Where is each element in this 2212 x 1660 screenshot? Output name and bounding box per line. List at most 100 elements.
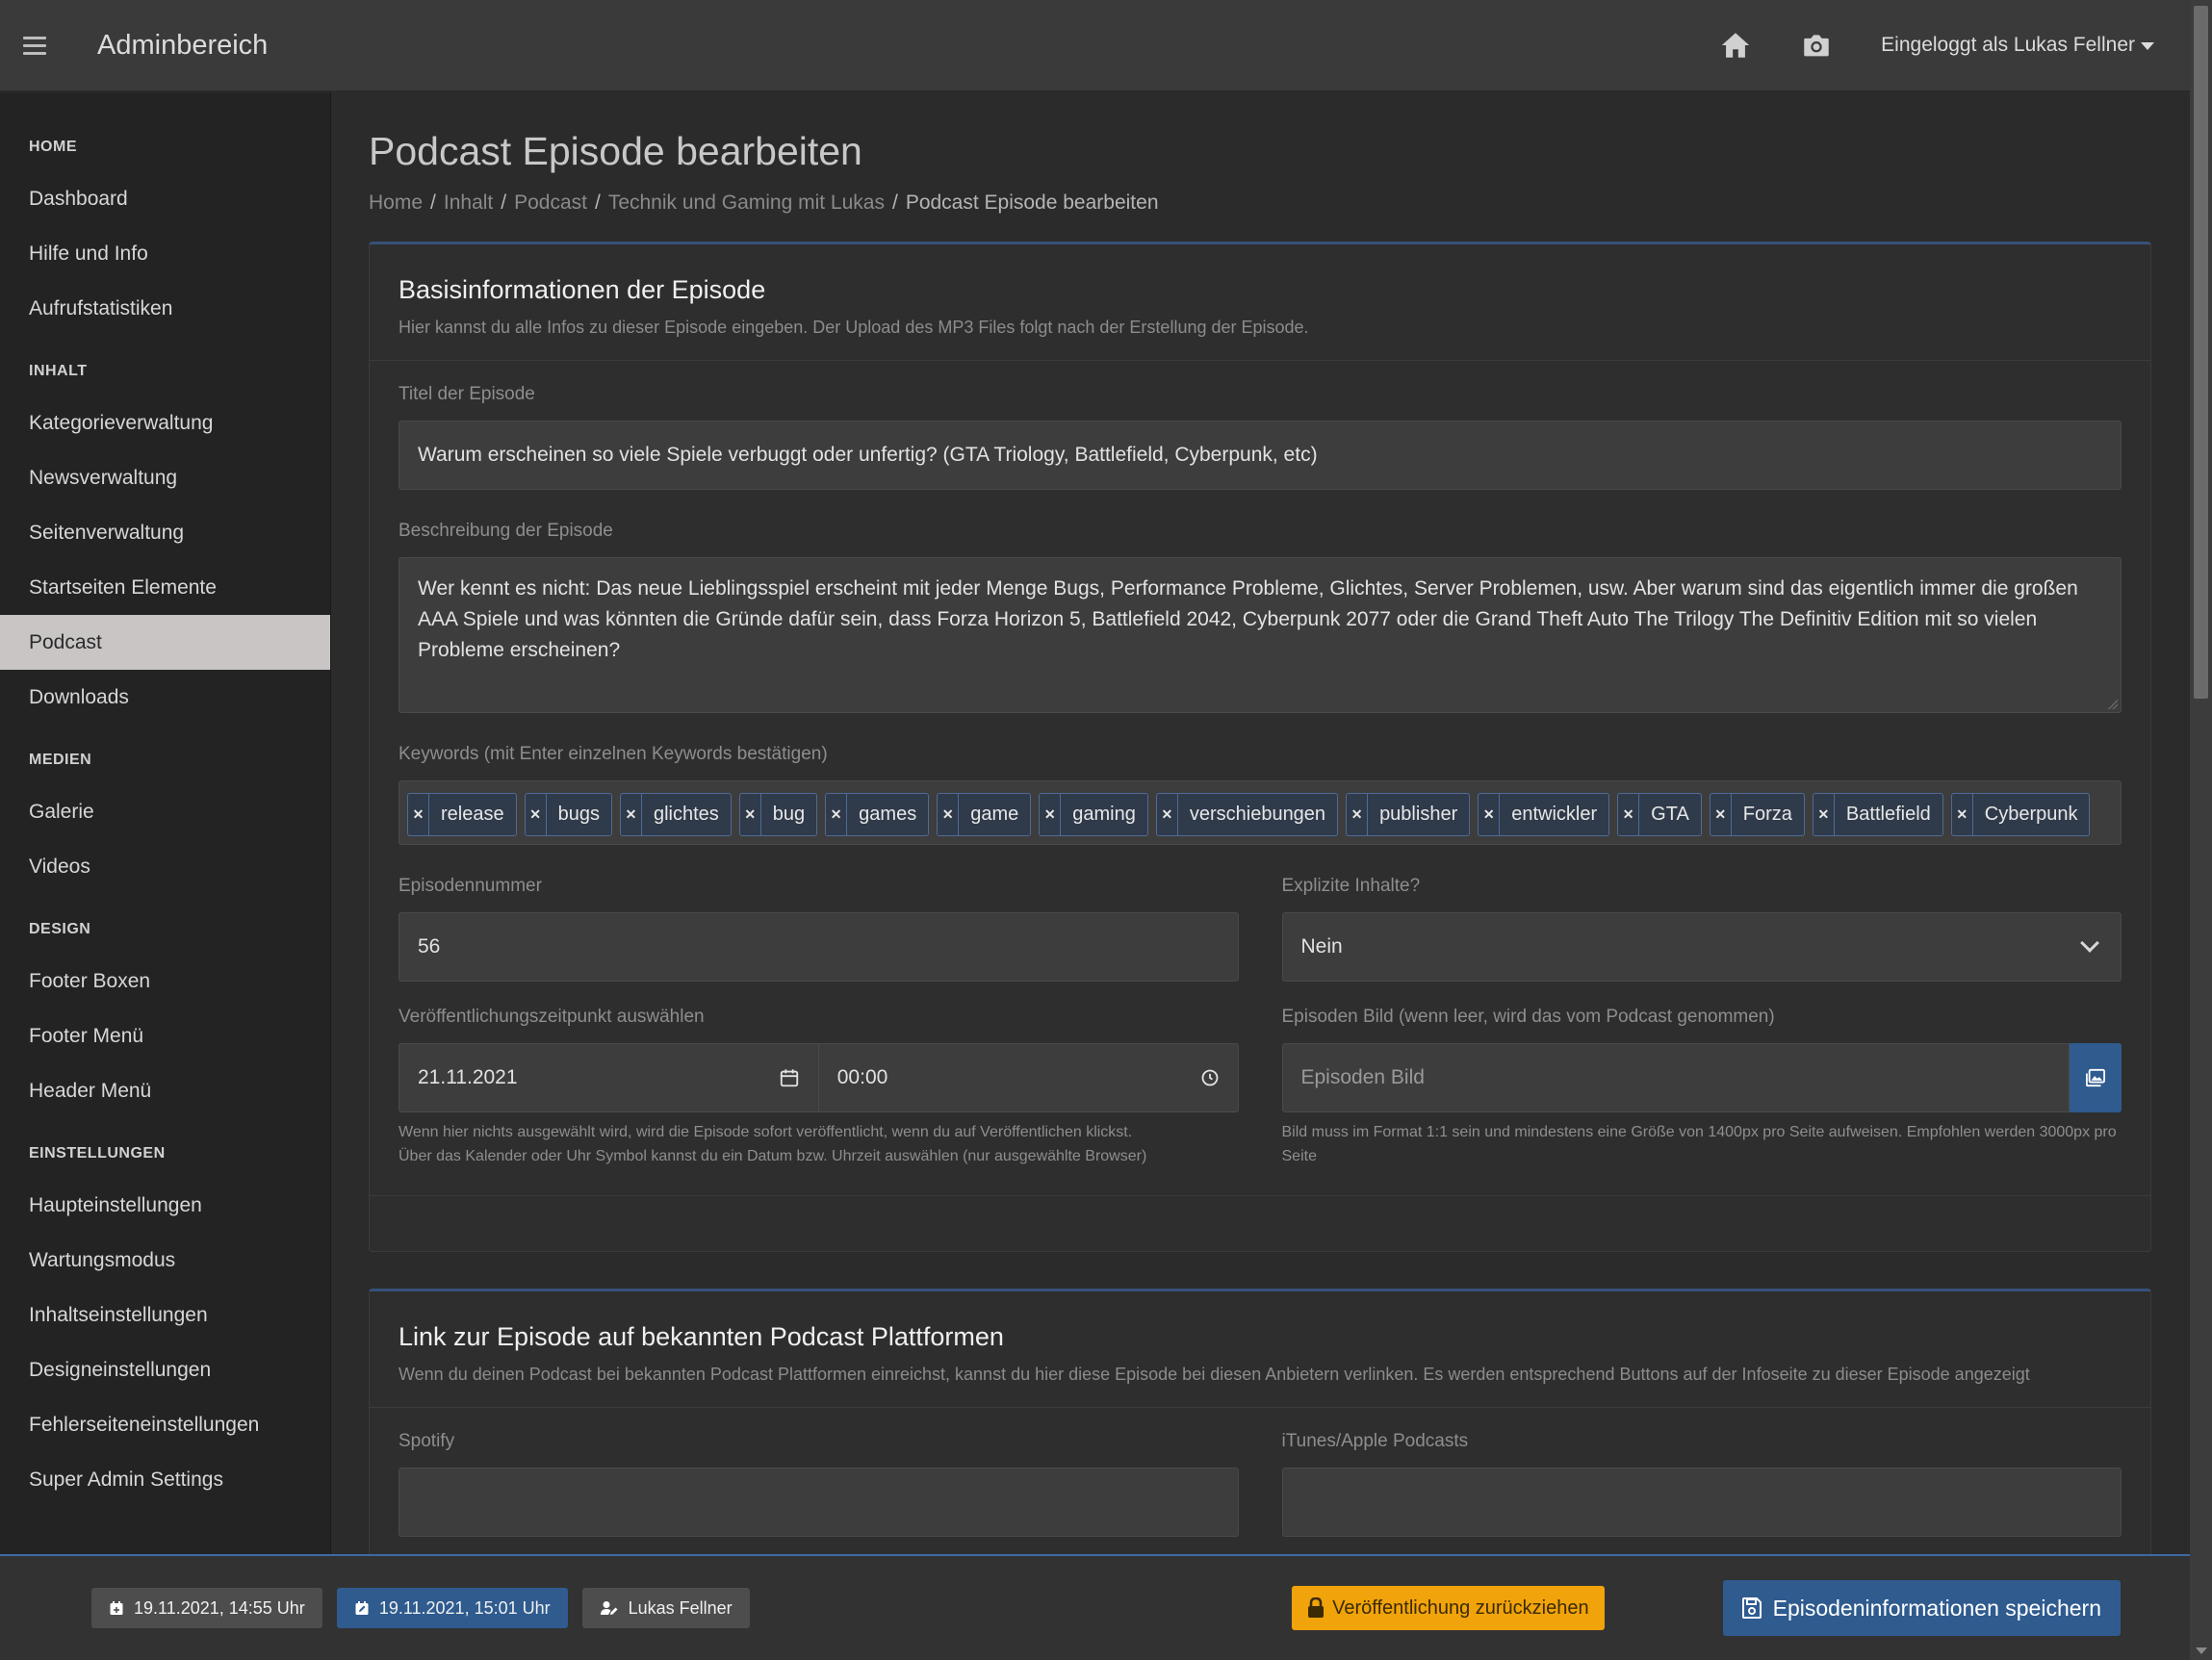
sidebar-item-designeinstellungen[interactable]: Designeinstellungen [0, 1342, 330, 1397]
sidebar-item-header-menü[interactable]: Header Menü [0, 1063, 330, 1118]
keyword-tag[interactable]: ✕ entwickler [1478, 793, 1610, 836]
remove-tag-icon[interactable]: ✕ [740, 794, 761, 835]
remove-tag-icon[interactable]: ✕ [621, 794, 642, 835]
sidebar-section-design: DESIGN [29, 921, 91, 937]
platform-links-card: Link zur Episode auf bekannten Podcast P… [369, 1289, 2151, 1565]
keyword-tag[interactable]: ✕ publisher [1346, 793, 1471, 836]
lock-icon [1308, 1597, 1325, 1618]
sidebar-item-inhaltseinstellungen[interactable]: Inhaltseinstellungen [0, 1288, 330, 1342]
hamburger-menu-icon[interactable] [23, 36, 46, 55]
sidebar-item-videos[interactable]: Videos [0, 839, 330, 894]
keyword-tag-label: bugs [557, 804, 600, 825]
sidebar-item-aufrufstatistiken[interactable]: Aufrufstatistiken [0, 281, 330, 336]
image-picker-button[interactable] [2070, 1043, 2122, 1112]
camera-icon[interactable] [1800, 29, 1833, 62]
breadcrumb-home[interactable]: Home [369, 192, 423, 215]
card-title: Link zur Episode auf bekannten Podcast P… [399, 1322, 1004, 1351]
remove-tag-icon[interactable]: ✕ [1710, 794, 1732, 835]
brand-title[interactable]: Adminbereich [97, 30, 268, 62]
keyword-tag[interactable]: ✕ gaming [1039, 793, 1148, 836]
home-icon[interactable] [1719, 29, 1752, 62]
chevron-down-icon [2080, 933, 2099, 953]
keyword-tag[interactable]: ✕ glichtes [619, 793, 732, 836]
keyword-tag-label: GTA [1651, 804, 1689, 825]
keyword-tag[interactable]: ✕ games [825, 793, 930, 836]
sidebar-item-seitenverwaltung[interactable]: Seitenverwaltung [0, 505, 330, 560]
remove-tag-icon[interactable]: ✕ [1813, 794, 1835, 835]
resize-handle-icon[interactable] [2108, 700, 2118, 709]
sidebar-item-super-admin-settings[interactable]: Super Admin Settings [0, 1452, 330, 1507]
remove-tag-icon[interactable]: ✕ [408, 794, 429, 835]
keyword-tag-label: entwickler [1511, 804, 1598, 825]
card-title: Basisinformationen der Episode [399, 275, 766, 304]
breadcrumb-podcast[interactable]: Podcast [514, 192, 587, 215]
page-scrollbar[interactable] [2190, 0, 2212, 1660]
episode-image-input[interactable]: Episoden Bild [1281, 1043, 2070, 1112]
episode-description-textarea[interactable]: Wer kennt es nicht: Das neue Lieblingssp… [399, 557, 2122, 713]
author-badge[interactable]: Lukas Fellner [581, 1588, 750, 1628]
spotify-input[interactable] [399, 1468, 1239, 1537]
remove-tag-icon[interactable]: ✕ [1040, 794, 1062, 835]
sidebar-item-wartungsmodus[interactable]: Wartungsmodus [0, 1233, 330, 1288]
episode-image-help: Bild muss im Format 1:1 sein und mindest… [1281, 1124, 2117, 1164]
episode-description-text: Wer kennt es nicht: Das neue Lieblingssp… [418, 577, 2078, 661]
publish-time-input[interactable]: 00:00 [818, 1043, 1239, 1112]
breadcrumb-inhalt[interactable]: Inhalt [444, 192, 493, 215]
sidebar-item-haupteinstellungen[interactable]: Haupteinstellungen [0, 1178, 330, 1233]
itunes-input[interactable] [1281, 1468, 2122, 1537]
keyword-tag[interactable]: ✕ Forza [1709, 793, 1805, 836]
sidebar-item-downloads[interactable]: Downloads [0, 670, 330, 725]
sidebar-item-podcast[interactable]: Podcast [0, 615, 330, 670]
remove-tag-icon[interactable]: ✕ [1952, 794, 1973, 835]
card-body: Spotify iTunes/Apple Podcasts [370, 1408, 2150, 1564]
user-menu-dropdown[interactable]: Eingeloggt als Lukas Fellner [1881, 34, 2154, 57]
keyword-tag[interactable]: ✕ bug [738, 793, 818, 836]
sidebar-item-hilfe-und-info[interactable]: Hilfe und Info [0, 226, 330, 281]
sidebar-item-dashboard[interactable]: Dashboard [0, 171, 330, 226]
remove-tag-icon[interactable]: ✕ [1618, 794, 1640, 835]
breadcrumb-separator: / [594, 192, 601, 214]
bottom-action-bar: 19.11.2021, 14:55 Uhr 19.11.2021, 15:01 … [0, 1554, 2190, 1660]
remove-tag-icon[interactable]: ✕ [826, 794, 848, 835]
sidebar-item-footer-menü[interactable]: Footer Menü [0, 1009, 330, 1063]
sidebar-item-startseiten-elemente[interactable]: Startseiten Elemente [0, 560, 330, 615]
publish-help-text: Wenn hier nichts ausgewählt wird, wird d… [399, 1120, 1239, 1168]
keyword-tag[interactable]: ✕ game [937, 793, 1032, 836]
modified-date-badge[interactable]: 19.11.2021, 15:01 Uhr [336, 1588, 568, 1628]
explicit-content-select[interactable]: Nein [1281, 912, 2122, 982]
publish-date-input[interactable]: 21.11.2021 [399, 1043, 819, 1112]
unpublish-button[interactable]: Veröffentlichung zurückziehen [1292, 1586, 1605, 1630]
sidebar-item-galerie[interactable]: Galerie [0, 784, 330, 839]
created-date-text: 19.11.2021, 14:55 Uhr [134, 1597, 305, 1618]
keyword-tag[interactable]: ✕ Cyberpunk [1950, 793, 2091, 836]
episode-number-input[interactable]: 56 [399, 912, 1239, 982]
episode-title-label: Titel der Episode [399, 384, 535, 404]
remove-tag-icon[interactable]: ✕ [1479, 794, 1501, 835]
created-date-badge[interactable]: 19.11.2021, 14:55 Uhr [91, 1588, 322, 1628]
sidebar-item-fehlerseiteneinstellungen[interactable]: Fehlerseiteneinstellungen [0, 1397, 330, 1452]
remove-tag-icon[interactable]: ✕ [938, 794, 960, 835]
scroll-down-arrow-icon[interactable] [2196, 1647, 2207, 1654]
keyword-tag[interactable]: ✕ GTA [1617, 793, 1702, 836]
keyword-tag-label: games [859, 804, 917, 825]
sidebar-item-newsverwaltung[interactable]: Newsverwaltung [0, 450, 330, 505]
remove-tag-icon[interactable]: ✕ [1157, 794, 1178, 835]
keyword-tag[interactable]: ✕ bugs [524, 793, 612, 836]
sidebar-item-kategorieverwaltung[interactable]: Kategorieverwaltung [0, 396, 330, 450]
clock-icon[interactable] [1200, 1068, 1220, 1087]
breadcrumb-separator: / [891, 192, 898, 214]
remove-tag-icon[interactable]: ✕ [1347, 794, 1369, 835]
keyword-tag[interactable]: ✕ Battlefield [1812, 793, 1943, 836]
save-episode-button[interactable]: Episodeninformationen speichern [1722, 1580, 2121, 1636]
calendar-icon[interactable] [779, 1067, 800, 1088]
keyword-tag[interactable]: ✕ verschiebungen [1155, 793, 1339, 836]
remove-tag-icon[interactable]: ✕ [526, 794, 547, 835]
publish-help-line-1: Wenn hier nichts ausgewählt wird, wird d… [399, 1124, 1133, 1140]
keywords-tag-input[interactable]: ✕ release ✕ bugs ✕ glichtes ✕ bug ✕ games ✕ game ✕ ga… [399, 780, 2122, 845]
scrollbar-thumb[interactable] [2194, 6, 2208, 699]
breadcrumb-podcast-show[interactable]: Technik und Gaming mit Lukas [608, 192, 885, 215]
keyword-tag[interactable]: ✕ release [407, 793, 517, 836]
sidebar-section-inhalt: INHALT [29, 363, 88, 379]
sidebar-item-footer-boxen[interactable]: Footer Boxen [0, 954, 330, 1009]
episode-title-input[interactable]: Warum erscheinen so viele Spiele verbugg… [399, 421, 2122, 490]
